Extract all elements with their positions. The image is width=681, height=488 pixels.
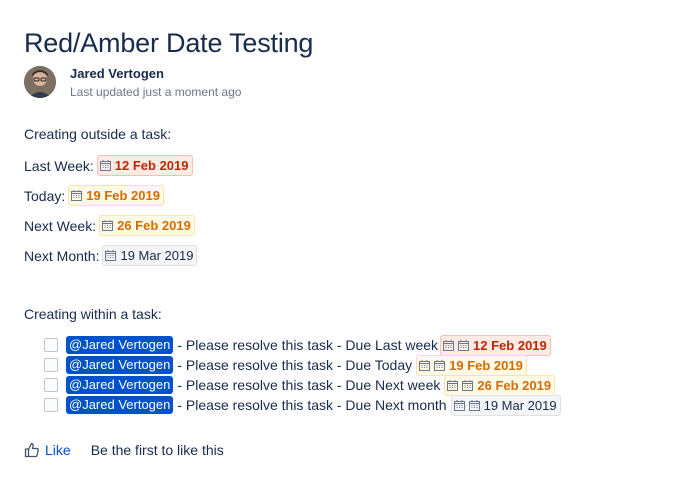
task-text: - Please resolve this task - Due Next we… [177, 377, 441, 393]
date-value: 19 Feb 2019 [86, 188, 160, 203]
user-mention[interactable]: @Jared Vertogen [66, 356, 174, 374]
date-lozenge[interactable]: 26 Feb 2019 [444, 374, 556, 396]
like-label: Like [45, 442, 71, 458]
page-title: Red/Amber Date Testing [24, 28, 314, 59]
date-lozenge[interactable]: 19 Mar 2019 [450, 394, 561, 416]
date-lozenge[interactable]: 12 Feb 2019 [440, 334, 551, 356]
calendar-icon [443, 339, 455, 351]
user-mention[interactable]: @Jared Vertogen [66, 336, 174, 354]
date-value: 26 Feb 2019 [477, 377, 552, 393]
task-text: - Please resolve this task - Due Next mo… [177, 397, 447, 413]
task-checkbox[interactable] [44, 398, 58, 412]
byline: Jared Vertogen Last updated just a momen… [24, 64, 424, 104]
calendar-icon [105, 250, 117, 261]
date-row: Next Week: 26 Feb 2019 [24, 215, 195, 236]
user-mention[interactable]: @Jared Vertogen [66, 396, 174, 414]
date-lozenge[interactable]: 19 Mar 2019 [102, 245, 198, 266]
task-item: @Jared Vertogen - Please resolve this ta… [44, 354, 527, 376]
date-row-label: Today: [24, 187, 66, 204]
calendar-icon [434, 359, 446, 371]
calendar-icon [462, 379, 474, 391]
date-value: 19 Feb 2019 [449, 357, 523, 373]
section-within-heading: Creating within a task: [24, 306, 162, 322]
calendar-icon [468, 399, 480, 411]
date-value: 19 Mar 2019 [483, 397, 557, 413]
date-row: Last Week: 12 Feb 2019 [24, 155, 193, 176]
date-value: 12 Feb 2019 [473, 337, 547, 353]
calendar-icon [447, 379, 459, 391]
date-row: Next Month: 19 Mar 2019 [24, 245, 198, 266]
date-row-label: Last Week: [24, 157, 94, 174]
date-lozenge[interactable]: 19 Feb 2019 [68, 185, 164, 206]
task-checkbox[interactable] [44, 378, 58, 392]
task-item: @Jared Vertogen - Please resolve this ta… [44, 334, 551, 356]
task-item: @Jared Vertogen - Please resolve this ta… [44, 374, 556, 396]
task-item: @Jared Vertogen - Please resolve this ta… [44, 394, 561, 416]
section-outside-heading: Creating outside a task: [24, 126, 172, 142]
date-lozenge[interactable]: 19 Feb 2019 [416, 354, 527, 376]
date-lozenge[interactable]: 26 Feb 2019 [99, 215, 195, 236]
thumbs-up-icon [24, 442, 40, 458]
task-checkbox[interactable] [44, 358, 58, 372]
like-note: Be the first to like this [90, 442, 224, 458]
avatar[interactable] [24, 66, 56, 98]
like-row: Like Be the first to like this [24, 440, 224, 460]
date-row-label: Next Month: [24, 247, 100, 264]
calendar-icon [71, 190, 83, 201]
calendar-icon [99, 160, 111, 171]
calendar-icon [453, 399, 465, 411]
task-text: - Please resolve this task - Due Today [177, 357, 413, 373]
calendar-icon [419, 359, 431, 371]
date-row-label: Next Week: [24, 217, 97, 234]
task-checkbox[interactable] [44, 338, 58, 352]
like-button[interactable]: Like [24, 442, 71, 458]
author-name[interactable]: Jared Vertogen [70, 66, 164, 81]
calendar-icon [102, 220, 114, 231]
date-row: Today: 19 Feb 2019 [24, 185, 164, 206]
date-lozenge[interactable]: 12 Feb 2019 [96, 155, 193, 176]
date-value: 26 Feb 2019 [117, 218, 191, 233]
date-value: 12 Feb 2019 [114, 158, 189, 173]
date-value: 19 Mar 2019 [120, 248, 194, 263]
user-mention[interactable]: @Jared Vertogen [66, 376, 174, 394]
last-updated[interactable]: Last updated just a moment ago [70, 85, 241, 99]
calendar-icon [458, 339, 470, 351]
task-text: - Please resolve this task - Due Last we… [177, 337, 439, 353]
